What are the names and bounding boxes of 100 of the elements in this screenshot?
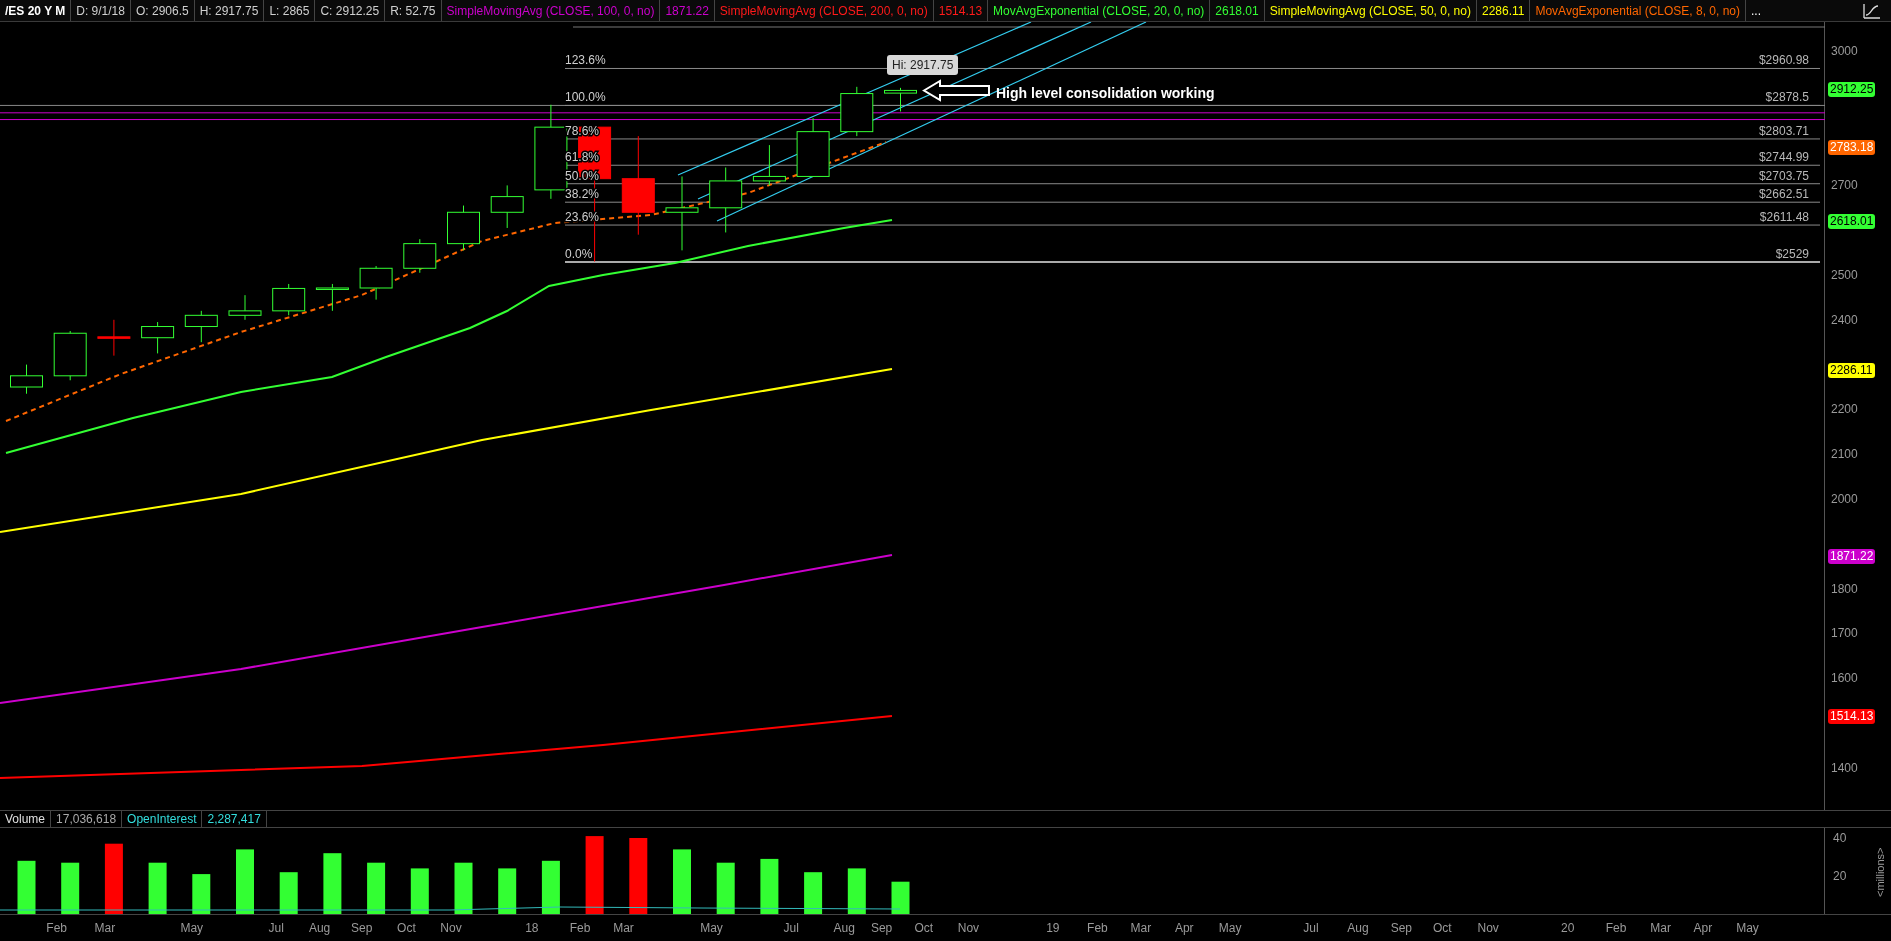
time-axis-label: Oct: [1433, 920, 1452, 937]
time-axis-label: Jul: [783, 920, 799, 937]
price-badge: 2286.11: [1828, 362, 1875, 378]
candlestick: [141, 321, 175, 354]
study-label[interactable]: SimpleMovingAvg (CLOSE, 200, 0, no): [714, 0, 934, 21]
study-value: 2286.11: [1476, 0, 1531, 21]
price-tick-label: 2500: [1831, 268, 1858, 282]
time-axis-label: Aug: [1347, 920, 1369, 937]
candlestick: [403, 238, 437, 274]
arrow-left-icon: [922, 79, 990, 102]
fib-price-label: $2611.48: [1759, 210, 1809, 225]
fib-percent-label: 123.6%: [565, 53, 606, 68]
quote-value: L: 2865: [264, 0, 316, 21]
time-axis-label: 20: [1561, 920, 1575, 937]
candlestick: [272, 283, 306, 316]
volume-legend-label: OpenInterest: [122, 811, 203, 827]
fib-price-label: $2803.71: [1758, 123, 1809, 138]
volume-legend-value: 17,036,618: [51, 811, 123, 827]
time-axis-label: Oct: [397, 920, 416, 937]
candlestick: [796, 117, 830, 177]
quote-value: H: 2917.75: [194, 0, 265, 21]
fib-price-label: $2960.98: [1758, 53, 1809, 68]
price-tick-label: 1700: [1831, 626, 1858, 641]
volume-tick-label: 40: [1833, 831, 1847, 845]
price-tick-label: 3000: [1831, 44, 1858, 58]
fib-percent-label: 100.0%: [565, 90, 606, 105]
time-axis-label: Sep: [870, 920, 893, 937]
time-axis-label: 19: [1046, 920, 1060, 937]
study-value: 2618.01: [1210, 0, 1265, 21]
candlestick: [10, 364, 43, 395]
candlestick: [447, 205, 480, 251]
candlestick: [490, 184, 524, 229]
time-axis-label: Sep: [351, 920, 373, 937]
time-axis-label: May: [1218, 920, 1242, 937]
candlestick: [228, 294, 262, 321]
chart-annotation: High level consolidation working: [996, 84, 1215, 103]
volume-legend-value: 2,287,417: [202, 811, 267, 827]
volume-tick-label: 20: [1833, 869, 1847, 883]
price-tick-label: 1600: [1831, 671, 1858, 686]
fib-price-label: $2703.75: [1758, 168, 1809, 183]
candlestick: [359, 265, 393, 301]
time-axis-label: Feb: [569, 920, 591, 937]
time-axis-label: Feb: [46, 920, 67, 937]
time-axis-label: Apr: [1693, 920, 1713, 937]
price-tick-label: 2100: [1831, 447, 1858, 462]
time-axis-label: Mar: [94, 920, 116, 937]
candlestick: [752, 144, 786, 186]
price-tick-label: 2200: [1831, 402, 1858, 417]
price-badge: 2912.25: [1828, 82, 1876, 98]
price-badge: 1871.22: [1828, 548, 1876, 564]
high-tooltip: Hi: 2917.75: [887, 55, 959, 75]
candlestick: [884, 87, 917, 112]
time-axis-label: 18: [525, 920, 539, 937]
candlestick: [97, 319, 131, 357]
candlestick: [840, 86, 874, 137]
candlestick: [184, 310, 218, 343]
price-tick-label: 2000: [1831, 492, 1858, 506]
study-label[interactable]: SimpleMovingAvg (CLOSE, 100, 0, no): [441, 0, 661, 21]
time-axis-label: Aug: [833, 920, 855, 937]
fib-price-label: $2878.5: [1765, 90, 1809, 105]
candlestick: [709, 167, 743, 233]
study-label[interactable]: SimpleMovingAvg (CLOSE, 50, 0, no): [1264, 0, 1477, 21]
time-axis-label: Sep: [1390, 920, 1413, 937]
price-tick-label: 1800: [1831, 581, 1858, 596]
time-axis-label: May: [180, 920, 204, 937]
time-axis-label: Aug: [308, 920, 331, 937]
price-badge: 1514.13: [1828, 708, 1876, 724]
fib-percent-label: 0.0%: [565, 247, 593, 261]
fib-price-label: $2744.99: [1758, 150, 1809, 165]
time-axis-label: May: [1736, 920, 1759, 937]
fib-price-label: $2662.51: [1758, 187, 1809, 202]
time-axis-label: Jul: [268, 920, 284, 937]
time-axis-label: May: [700, 920, 723, 937]
time-axis-label: Feb: [1605, 920, 1627, 937]
time-axis-label: Nov: [1477, 920, 1499, 937]
price-tick-label: 2400: [1831, 312, 1858, 327]
quote-value: C: 2912.25: [315, 0, 386, 21]
time-axis-label: Mar: [1650, 920, 1671, 937]
price-tick-label: 2700: [1831, 178, 1858, 193]
quote-value: R: 52.75: [385, 0, 442, 21]
study-value: 1871.22: [660, 0, 715, 21]
price-badge: 2783.18: [1828, 140, 1876, 156]
candlestick: [53, 330, 87, 381]
time-axis-label: Mar: [1130, 920, 1152, 937]
volume-legend-label: Volume: [0, 811, 52, 827]
study-label[interactable]: MovAvgExponential (CLOSE, 8, 0, no): [1530, 0, 1746, 21]
time-axis-label: Nov: [957, 920, 980, 937]
time-axis-label: Mar: [613, 920, 634, 937]
volume-unit-label: <millions>: [1872, 847, 1887, 897]
time-axis-label: Oct: [914, 920, 934, 937]
chart-style-icon[interactable]: [1863, 2, 1881, 19]
price-tick-label: 1400: [1831, 760, 1858, 775]
time-axis-label: Apr: [1174, 920, 1194, 937]
time-axis-label: Feb: [1087, 920, 1108, 937]
time-axis-label: Jul: [1303, 920, 1319, 937]
study-label[interactable]: MovAvgExponential (CLOSE, 20, 0, no): [988, 0, 1211, 21]
symbol-label: /ES 20 Y M: [0, 0, 72, 21]
more-studies[interactable]: ...: [1746, 0, 1767, 21]
fib-price-label: $2529: [1775, 247, 1809, 261]
quote-value: D: 9/1/18: [71, 0, 131, 21]
